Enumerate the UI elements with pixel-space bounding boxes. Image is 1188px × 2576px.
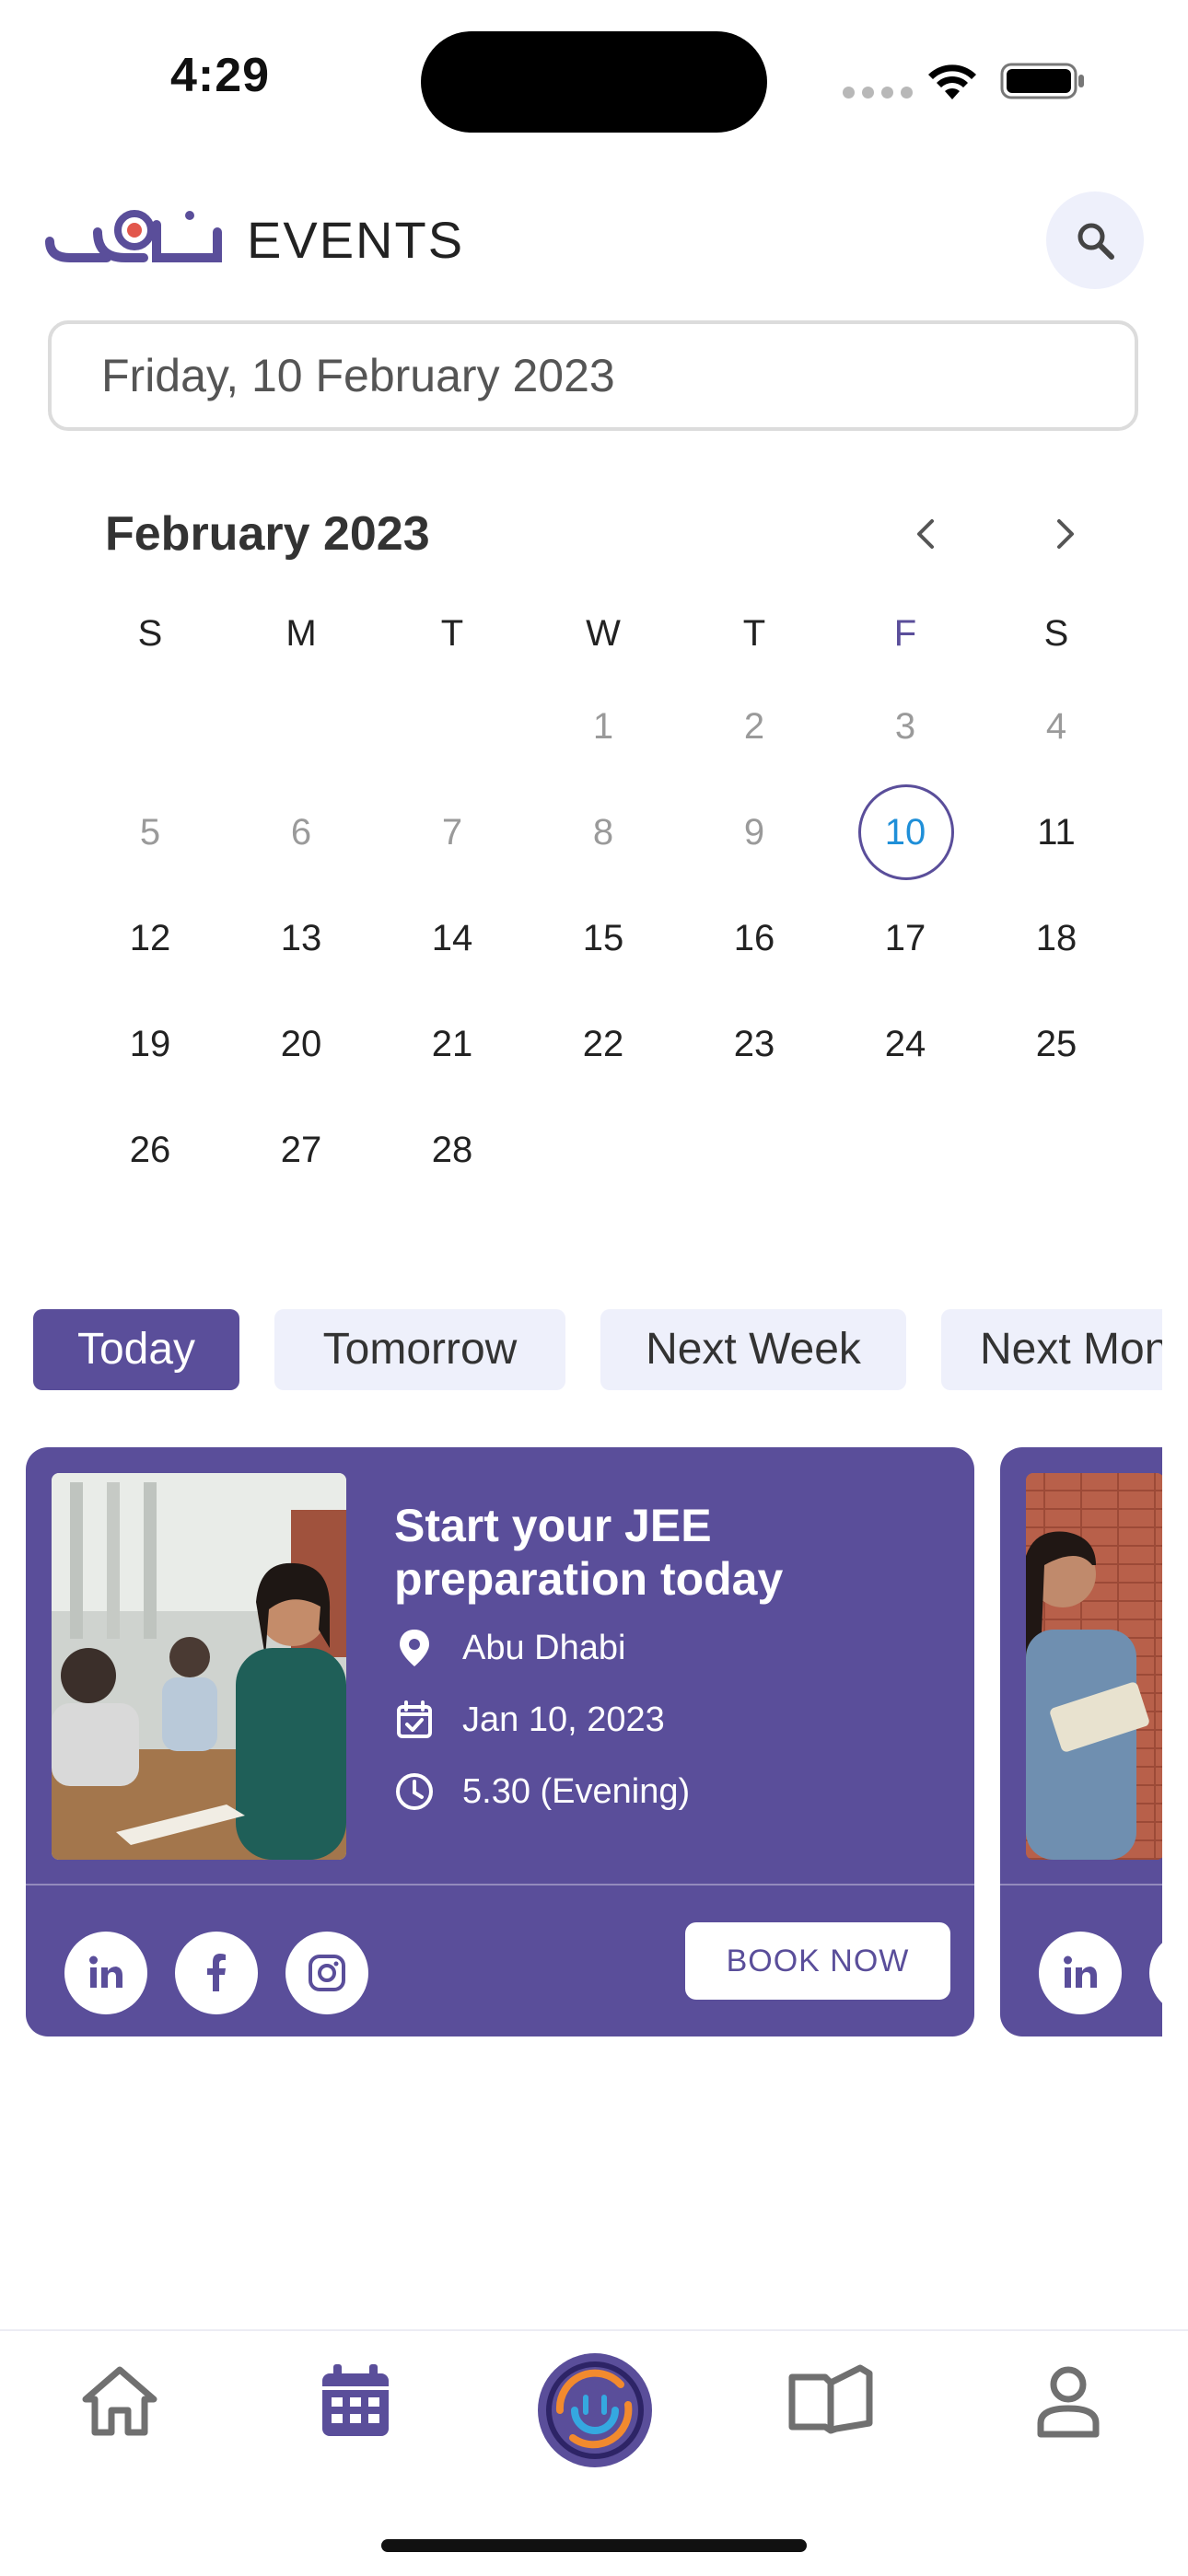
calendar-day[interactable]: 21 (397, 1023, 507, 1065)
weekday-label: S (137, 613, 163, 654)
book-now-button[interactable]: BOOK NOW (685, 1922, 950, 2000)
home-indicator (381, 2539, 807, 2552)
calendar-day[interactable]: 16 (699, 917, 809, 959)
filter-chip-today[interactable]: Today (33, 1309, 239, 1390)
weekday-label: S (1043, 613, 1069, 654)
search-icon (1077, 223, 1114, 260)
calendar-day[interactable]: 15 (548, 917, 658, 959)
calendar-day[interactable]: 1 (548, 705, 658, 748)
filter-chip-next-week[interactable]: Next Week (600, 1309, 906, 1390)
event-time: 5.30 (Evening) (394, 1771, 690, 1812)
calendar-day[interactable]: 3 (850, 705, 961, 748)
calendar-day[interactable]: 28 (397, 1129, 507, 1171)
event-photo (1026, 1473, 1162, 1860)
calendar-day[interactable]: 5 (95, 811, 205, 853)
calendar-check-icon (397, 1700, 432, 1738)
card-divider (26, 1884, 974, 1886)
battery-icon (1000, 63, 1084, 99)
instagram-button[interactable] (285, 1932, 368, 2014)
linkedin-icon (1064, 1955, 1097, 1988)
nav-profile[interactable] (1020, 2355, 1116, 2447)
linkedin-icon (89, 1955, 122, 1988)
brand-logo (45, 210, 222, 262)
weekday-label: F (893, 613, 917, 654)
signal-icon (843, 87, 913, 99)
calendar-day[interactable]: 12 (95, 917, 205, 959)
wifi-icon (928, 64, 976, 99)
filter-chip-tomorrow[interactable]: Tomorrow (274, 1309, 565, 1390)
nav-home[interactable] (72, 2355, 168, 2447)
event-carousel[interactable]: Start your JEE preparation today Abu Dha… (0, 1447, 1162, 2036)
weekday-label: T (440, 613, 464, 654)
home-icon (82, 2366, 157, 2436)
calendar-month-label: February 2023 (105, 507, 430, 561)
nav-center-logo[interactable] (530, 2346, 659, 2475)
location-pin-icon (400, 1630, 429, 1666)
calendar-day[interactable]: 26 (95, 1129, 205, 1171)
event-card-next[interactable] (1000, 1447, 1162, 2036)
calendar-day[interactable]: 8 (548, 811, 658, 853)
clock-icon (396, 1773, 433, 1810)
nav-library[interactable] (783, 2355, 879, 2447)
instagram-icon (309, 1955, 345, 1991)
nav-calendar[interactable] (308, 2355, 403, 2447)
card-divider (1000, 1884, 1162, 1886)
event-title: Start your JEE preparation today (394, 1500, 784, 1605)
event-date-text: Jan 10, 2023 (462, 1700, 665, 1739)
profile-icon (1037, 2366, 1100, 2438)
calendar-day[interactable]: 27 (246, 1129, 356, 1171)
calendar-day[interactable]: 2 (699, 705, 809, 748)
book-icon (788, 2364, 873, 2434)
facebook-button[interactable] (175, 1932, 258, 2014)
filter-chip-next-month[interactable]: Next Month (941, 1309, 1162, 1390)
linkedin-button[interactable] (1039, 1932, 1122, 2014)
weekday-label: T (742, 613, 766, 654)
calendar-day[interactable]: 11 (1001, 811, 1112, 853)
linkedin-button[interactable] (64, 1932, 147, 2014)
calendar-day[interactable]: 14 (397, 917, 507, 959)
calendar-day[interactable]: 25 (1001, 1023, 1112, 1065)
calendar-day[interactable]: 20 (246, 1023, 356, 1065)
calendar-day-selected[interactable]: 10 (850, 811, 961, 853)
calendar-day[interactable]: 6 (246, 811, 356, 853)
event-location-text: Abu Dhabi (462, 1628, 626, 1667)
chevron-left-icon[interactable] (908, 516, 945, 552)
event-time-text: 5.30 (Evening) (462, 1771, 691, 1811)
page-title: EVENTS (247, 211, 465, 269)
chevron-right-icon[interactable] (1046, 516, 1083, 552)
facebook-icon (207, 1954, 226, 1991)
event-photo (52, 1473, 346, 1860)
event-date: Jan 10, 2023 (394, 1700, 665, 1740)
calendar-day[interactable]: 17 (850, 917, 961, 959)
date-field[interactable] (48, 320, 1138, 431)
calendar-day[interactable]: 22 (548, 1023, 658, 1065)
status-time: 4:29 (170, 49, 271, 102)
calendar-day[interactable]: 23 (699, 1023, 809, 1065)
app-logo-icon (538, 2353, 652, 2467)
facebook-button[interactable] (1149, 1932, 1162, 2014)
calendar-day[interactable]: 19 (95, 1023, 205, 1065)
calendar-day[interactable]: 13 (246, 917, 356, 959)
weekday-label: M (285, 613, 317, 654)
calendar-day[interactable]: 9 (699, 811, 809, 853)
dynamic-island (421, 31, 767, 133)
filter-chip-row: Today Tomorrow Next Week Next Month (0, 1309, 1162, 1392)
weekday-label: W (586, 613, 621, 654)
calendar-day[interactable]: 18 (1001, 917, 1112, 959)
calendar-day[interactable]: 7 (397, 811, 507, 853)
calendar-day[interactable]: 24 (850, 1023, 961, 1065)
date-input[interactable] (52, 324, 1135, 427)
calendar-day[interactable]: 4 (1001, 705, 1112, 748)
event-location: Abu Dhabi (394, 1628, 625, 1668)
calendar-icon (322, 2364, 389, 2436)
event-card[interactable]: Start your JEE preparation today Abu Dha… (26, 1447, 974, 2036)
search-button[interactable] (1046, 191, 1144, 289)
